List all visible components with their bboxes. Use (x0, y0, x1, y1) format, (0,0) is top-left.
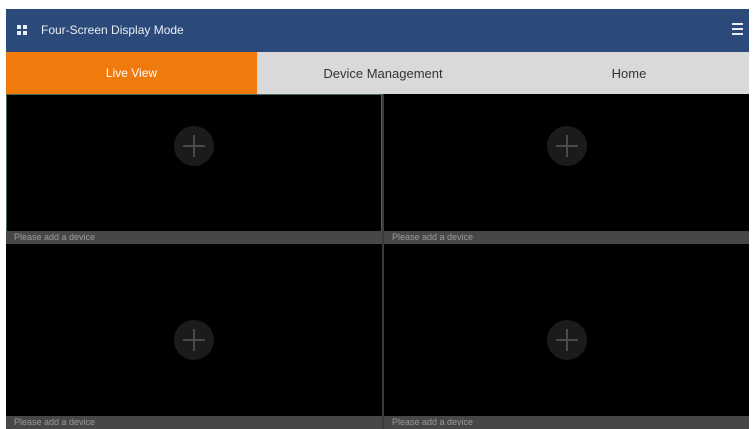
screen-divider (382, 94, 384, 429)
screen-caption: Please add a device (6, 416, 382, 429)
screen-caption: Please add a device (384, 416, 749, 429)
add-device-plus-icon[interactable] (547, 126, 587, 166)
hamburger-menu-icon[interactable] (732, 23, 743, 35)
screen-caption: Please add a device (384, 231, 749, 244)
tab-device-management[interactable]: Device Management (257, 52, 509, 94)
add-device-plus-icon[interactable] (174, 320, 214, 360)
add-device-plus-icon[interactable] (547, 320, 587, 360)
video-screen-4[interactable]: Please add a device (384, 246, 749, 429)
app-window: Four-Screen Display Mode Live View Devic… (6, 9, 749, 429)
display-mode-title: Four-Screen Display Mode (41, 23, 184, 37)
top-bar: Four-Screen Display Mode (6, 9, 749, 52)
video-screen-2[interactable]: Please add a device (384, 94, 749, 244)
tab-live-view[interactable]: Live View (6, 52, 257, 94)
grid-icon (17, 25, 27, 35)
video-screen-3[interactable]: Please add a device (6, 246, 382, 429)
tab-home[interactable]: Home (509, 52, 749, 94)
tab-bar: Live View Device Management Home (6, 52, 749, 94)
video-screen-1[interactable]: Please add a device (6, 94, 382, 244)
screen-caption: Please add a device (6, 231, 382, 244)
four-screen-grid: Please add a device Please add a device … (6, 94, 749, 429)
add-device-plus-icon[interactable] (174, 126, 214, 166)
